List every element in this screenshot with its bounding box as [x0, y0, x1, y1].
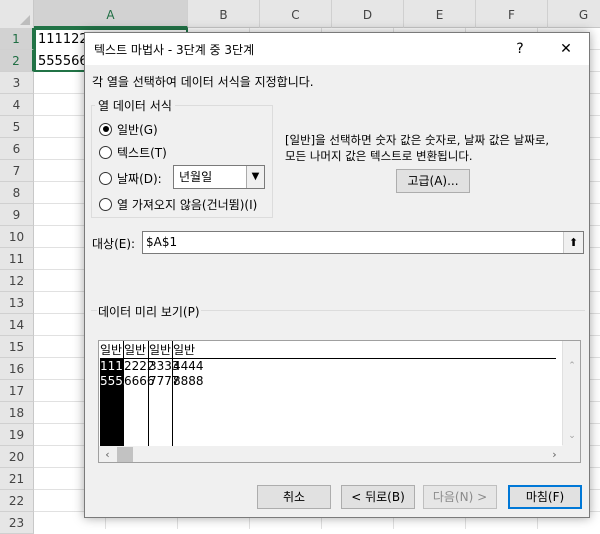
radio-skip-column[interactable]: 열 가져오지 않음(건너뜀)(I) [99, 195, 257, 213]
next-button[interactable]: 다음(N) > [423, 485, 497, 509]
preview-cell: 2222 [124, 359, 155, 373]
radio-text-label: 텍스트(T) [117, 145, 167, 160]
scroll-right-icon[interactable]: › [546, 446, 563, 462]
row-header-11[interactable]: 11 [0, 248, 34, 270]
dialog-titlebar: 텍스트 마법사 - 3단계 중 3단계 ? ✕ [85, 33, 589, 65]
format-description-line1: [일반]을 선택하면 숫자 값은 숫자로, 날짜 값은 날짜로, [285, 133, 550, 147]
row-header-7[interactable]: 7 [0, 160, 34, 182]
row-header-12[interactable]: 12 [0, 270, 34, 292]
select-all-corner[interactable] [0, 0, 34, 28]
preview-cell: 5555 [100, 374, 131, 388]
row-header-10[interactable]: 10 [0, 226, 34, 248]
finish-button[interactable]: 마침(F) [508, 485, 582, 509]
row-header-21[interactable]: 21 [0, 468, 34, 490]
preview-horizontal-scrollbar[interactable]: ‹ › [99, 446, 563, 462]
preview-column-4[interactable]: 일반 4444 8888 [173, 341, 204, 446]
radio-date-indicator[interactable] [99, 171, 112, 185]
radio-general-label: 일반(G) [117, 122, 158, 137]
row-header-19[interactable]: 19 [0, 424, 34, 446]
preview-column-header: 일반 [124, 343, 148, 359]
row-header-23[interactable]: 23 [0, 512, 34, 534]
preview-column-header: 일반 [173, 341, 203, 359]
row-header-18[interactable]: 18 [0, 402, 34, 424]
row-header-22[interactable]: 22 [0, 490, 34, 512]
collapse-dialog-icon[interactable]: ⬆ [563, 232, 583, 253]
destination-input[interactable]: $A$1 ⬆ [142, 231, 584, 254]
row-header-8[interactable]: 8 [0, 182, 34, 204]
column-header-a[interactable]: A [34, 0, 188, 28]
column-header-g[interactable]: G [548, 0, 600, 28]
destination-label: 대상(E): [92, 237, 136, 251]
preview-cell: 8888 [173, 374, 204, 388]
preview-column-header: 일반 [149, 343, 172, 359]
column-header-f[interactable]: F [476, 0, 548, 28]
row-header-4[interactable]: 4 [0, 94, 34, 116]
preview-column-header: 일반 [100, 341, 123, 359]
cancel-button[interactable]: 취소 [257, 485, 331, 509]
preview-vertical-scrollbar[interactable]: ⌃ ⌄ [562, 341, 580, 446]
column-format-group-label: 열 데이터 서식 [95, 97, 175, 114]
data-preview[interactable]: 일반 1111 5555 일반 2222 6666 일반 3333 7777 일… [98, 340, 581, 463]
back-button[interactable]: < 뒤로(B) [341, 485, 415, 509]
row-header-20[interactable]: 20 [0, 446, 34, 468]
column-header-c[interactable]: C [260, 0, 332, 28]
row-header-6[interactable]: 6 [0, 138, 34, 160]
advanced-button[interactable]: 고급(A)... [396, 169, 470, 193]
scroll-thumb[interactable] [117, 447, 133, 462]
row-header-13[interactable]: 13 [0, 292, 34, 314]
destination-value: $A$1 [146, 235, 178, 249]
format-description-line2: 모든 나머지 값은 텍스트로 변환됩니다. [285, 149, 473, 163]
radio-general-indicator[interactable] [99, 122, 112, 136]
scroll-down-icon[interactable]: ⌄ [563, 431, 580, 441]
column-header-b[interactable]: B [188, 0, 260, 28]
help-button[interactable]: ? [507, 37, 533, 61]
radio-general[interactable]: 일반(G) [99, 120, 158, 138]
format-description: [일반]을 선택하면 숫자 값은 숫자로, 날짜 값은 날짜로, 모든 나머지 … [285, 132, 585, 164]
row-header-9[interactable]: 9 [0, 204, 34, 226]
chevron-down-icon[interactable]: ▼ [246, 166, 264, 188]
preview-label: 데이터 미리 보기(P) [97, 303, 201, 320]
dialog-title: 텍스트 마법사 - 3단계 중 3단계 [94, 43, 255, 57]
radio-skip-indicator[interactable] [99, 197, 112, 211]
column-header-e[interactable]: E [404, 0, 476, 28]
preview-column-1[interactable]: 일반 1111 5555 [100, 341, 131, 446]
preview-cell: 7777 [149, 374, 180, 388]
scroll-up-icon[interactable]: ⌃ [563, 361, 580, 371]
row-header-17[interactable]: 17 [0, 380, 34, 402]
row-header-14[interactable]: 14 [0, 314, 34, 336]
scroll-corner [562, 445, 580, 462]
row-header-3[interactable]: 3 [0, 72, 34, 94]
date-format-value: 년월일 [179, 170, 213, 184]
radio-text-indicator[interactable] [99, 145, 112, 159]
radio-date-label: 날짜(D): [117, 171, 162, 186]
row-header-15[interactable]: 15 [0, 336, 34, 358]
preview-column-3[interactable]: 일반 3333 7777 [149, 341, 180, 446]
row-header-16[interactable]: 16 [0, 358, 34, 380]
row-header-2[interactable]: 2 [0, 50, 34, 72]
preview-cell: 3333 [149, 359, 180, 373]
preview-cell: 6666 [124, 374, 155, 388]
instruction-text: 각 열을 선택하여 데이터 서식을 지정합니다. [92, 75, 314, 89]
preview-cell: 1111 [100, 359, 131, 373]
column-header-d[interactable]: D [332, 0, 404, 28]
date-format-select[interactable]: 년월일 ▼ [173, 165, 265, 189]
row-header-5[interactable]: 5 [0, 116, 34, 138]
radio-date[interactable]: 날짜(D): [99, 169, 162, 187]
scroll-left-icon[interactable]: ‹ [99, 446, 116, 462]
preview-column-2[interactable]: 일반 2222 6666 [124, 341, 155, 446]
column-header-bar: A B C D E F G [0, 0, 600, 28]
row-header-1[interactable]: 1 [0, 28, 34, 50]
radio-skip-label: 열 가져오지 않음(건너뜀)(I) [117, 197, 258, 212]
text-wizard-dialog: 텍스트 마법사 - 3단계 중 3단계 ? ✕ 각 열을 선택하여 데이터 서식… [84, 32, 590, 518]
close-button[interactable]: ✕ [553, 37, 579, 61]
preview-cell: 4444 [173, 359, 204, 373]
radio-text[interactable]: 텍스트(T) [99, 143, 167, 161]
